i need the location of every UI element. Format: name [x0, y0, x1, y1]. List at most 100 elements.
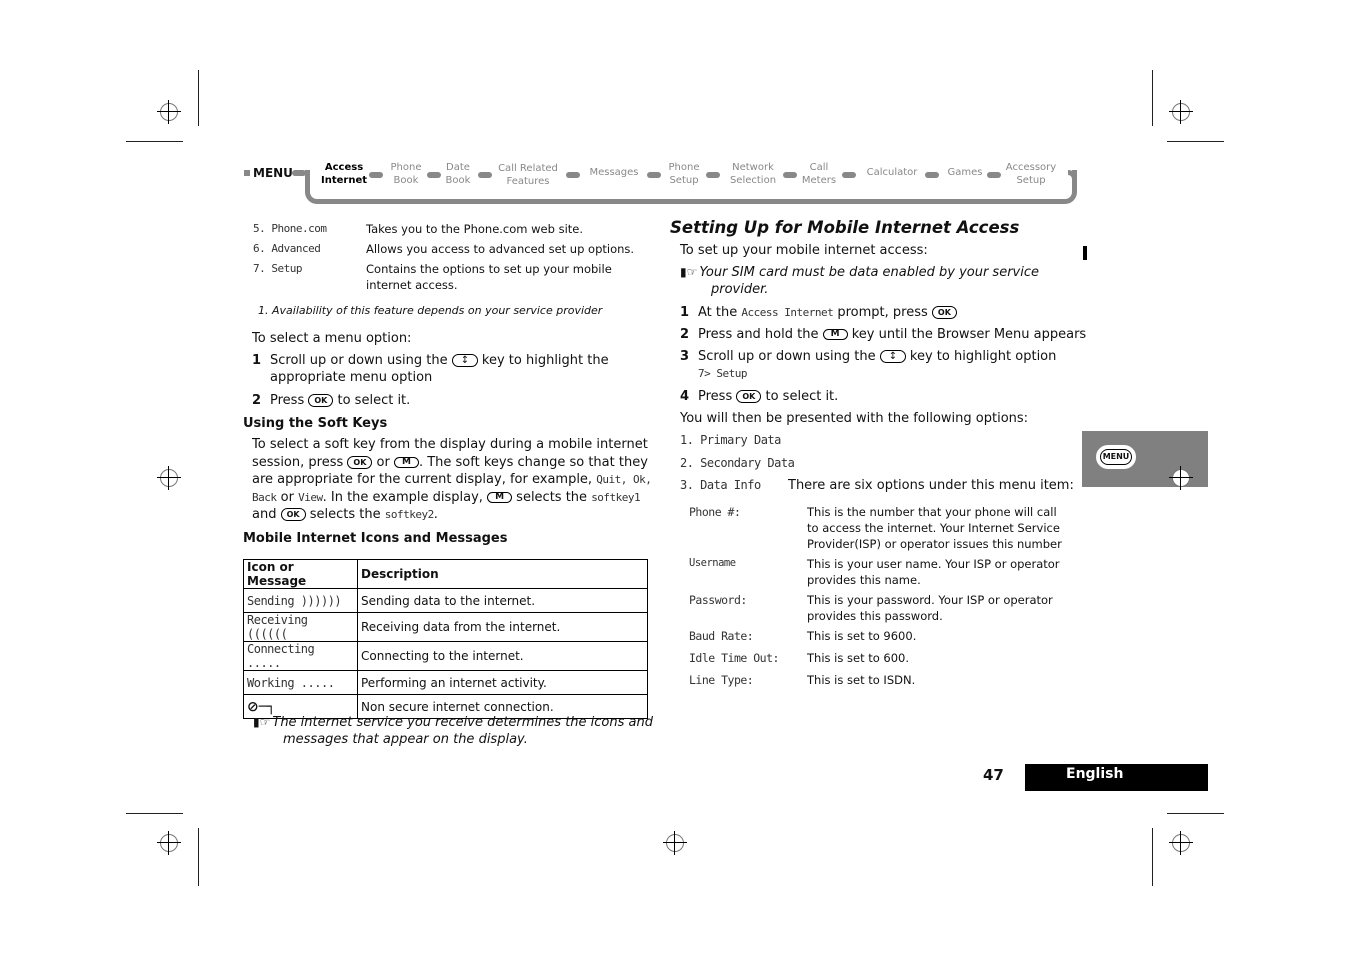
nav-item-calculator[interactable]: Calculator: [862, 166, 922, 179]
registration-mark-icon: [157, 100, 181, 124]
m-key-icon: M: [487, 491, 513, 503]
change-bar: [1083, 246, 1087, 260]
intro-text: To set up your mobile internet access:: [680, 243, 928, 258]
step-text: Scroll up or down using the key to highl…: [698, 348, 1078, 382]
step-text: Press OK to select it.: [270, 393, 411, 408]
connector-icon: [706, 172, 720, 178]
step-text: Press and hold the M key until the Brows…: [698, 327, 1087, 342]
step-text: At the Access Internet prompt, press OK: [698, 304, 957, 321]
sub-option-code: Username: [689, 557, 736, 569]
step-number: 3: [680, 349, 690, 364]
sub-option-desc: This is set to 9600.: [807, 629, 917, 643]
option-desc: Takes you to the Phone.com web site.: [366, 222, 584, 236]
table-row: Connecting ..... Connecting to the inter…: [243, 641, 648, 671]
ok-key-icon: OK: [347, 455, 373, 469]
crop-mark: [198, 70, 199, 126]
connector-icon: [647, 172, 661, 178]
connector-icon: [783, 172, 797, 178]
nav-item-date-book[interactable]: Date Book: [440, 161, 476, 187]
ok-key-icon: OK: [931, 306, 957, 319]
option-item: 3. Data Info: [680, 478, 761, 492]
sub-option-code: Password:: [689, 593, 747, 607]
ok-key-icon: OK: [308, 394, 334, 407]
menu-key-icon: MENU: [1096, 445, 1136, 469]
ok-key-icon: OK: [736, 390, 762, 403]
connector-icon: [987, 172, 1001, 178]
crop-mark: [198, 828, 199, 886]
step-number: 1: [252, 353, 262, 368]
registration-mark-icon: [663, 831, 687, 855]
table-header-row: Icon or Message Description: [243, 559, 648, 589]
crop-mark: [126, 813, 183, 814]
icons-messages-table: Icon or Message Description Sending ))))…: [243, 559, 648, 719]
soft-keys-paragraph: To select a soft key from the display du…: [252, 437, 652, 522]
registration-mark-icon: [157, 466, 181, 490]
connector-icon: [427, 172, 441, 178]
option-desc: Contains the options to set up your mobi…: [366, 262, 612, 292]
nav-item-network-selection[interactable]: Network Selection: [724, 161, 782, 187]
language-label: English: [1066, 766, 1124, 782]
scroll-key-icon: [879, 348, 906, 365]
icons-heading: Mobile Internet Icons and Messages: [243, 531, 508, 546]
nav-item-access-internet[interactable]: Access Internet: [318, 161, 370, 187]
step-text: Scroll up or down using the key to highl…: [270, 352, 640, 386]
step-number: 4: [680, 389, 690, 404]
option-code: 7. Setup: [253, 262, 302, 275]
crop-mark: [1152, 70, 1153, 126]
ok-key-icon: OK: [280, 508, 306, 521]
data-info-desc: There are six options under this menu it…: [788, 478, 1074, 493]
registration-mark-icon: [1169, 466, 1193, 490]
table-row: Receiving (((((( Receiving data from the…: [243, 612, 648, 642]
table-row: Sending )))))) Sending data to the inter…: [243, 588, 648, 613]
sub-option-code: Idle Time Out:: [689, 651, 779, 665]
nav-item-phone-setup[interactable]: Phone Setup: [664, 161, 704, 187]
connector-icon: [566, 172, 580, 178]
connector-icon: [842, 172, 856, 178]
nav-item-games[interactable]: Games: [944, 166, 986, 179]
option-item: 1. Primary Data: [680, 433, 781, 447]
registration-mark-icon: [157, 831, 181, 855]
m-key-icon: M: [822, 329, 848, 340]
footnote: 1. Availability of this feature depends …: [258, 304, 603, 317]
table-header: Icon or Message: [243, 559, 358, 589]
page-number: 47: [983, 766, 1004, 784]
crop-mark: [1167, 141, 1224, 142]
soft-keys-heading: Using the Soft Keys: [243, 416, 388, 431]
section-heading: Setting Up for Mobile Internet Access: [670, 218, 1020, 237]
sub-option-desc: This is the number that your phone will …: [807, 505, 1062, 551]
nav-menu-label: MENU: [253, 166, 293, 180]
sub-option-desc: This is set to ISDN.: [807, 673, 916, 687]
option-code: 5. Phone.com: [253, 222, 327, 235]
registration-mark-icon: [1169, 831, 1193, 855]
option-item: 2. Secondary Data: [680, 456, 795, 470]
step-number: 2: [680, 327, 690, 342]
sub-option-code: Line Type:: [689, 673, 754, 687]
table-header: Description: [357, 559, 648, 589]
step-number: 1: [680, 305, 690, 320]
step-text: Press OK to select it.: [698, 389, 839, 404]
connector-icon: [369, 172, 383, 178]
bullet-icon: [244, 170, 250, 176]
nav-item-messages[interactable]: Messages: [585, 166, 643, 179]
registration-mark-icon: [1169, 100, 1193, 124]
note: ▮☞ The internet service you receive deter…: [253, 715, 653, 747]
sub-option-desc: This is set to 600.: [807, 651, 910, 665]
note-hand-icon: ▮☞: [253, 715, 271, 729]
sub-option-desc: This is your user name. Your ISP or oper…: [807, 557, 1060, 587]
nav-item-accessory-setup[interactable]: Accessory Setup: [1002, 161, 1060, 187]
nav-item-call-meters[interactable]: Call Meters: [798, 161, 840, 187]
connector-icon: [292, 170, 306, 176]
step-number: 2: [252, 393, 262, 408]
nav-item-phone-book[interactable]: Phone Book: [385, 161, 427, 187]
nav-item-call-related-features[interactable]: Call Related Features: [493, 162, 563, 188]
sub-option-code: Baud Rate:: [689, 629, 754, 643]
sub-option-desc: This is your password. Your ISP or opera…: [807, 593, 1053, 623]
crop-mark: [126, 141, 183, 142]
select-intro: To select a menu option:: [252, 331, 412, 346]
crop-mark: [1167, 813, 1224, 814]
crop-mark: [1152, 828, 1153, 886]
note-hand-icon: ▮☞: [680, 265, 698, 279]
scroll-key-icon: [451, 352, 478, 369]
option-code: 6. Advanced: [253, 242, 321, 255]
presented-text: You will then be presented with the foll…: [680, 411, 1029, 426]
